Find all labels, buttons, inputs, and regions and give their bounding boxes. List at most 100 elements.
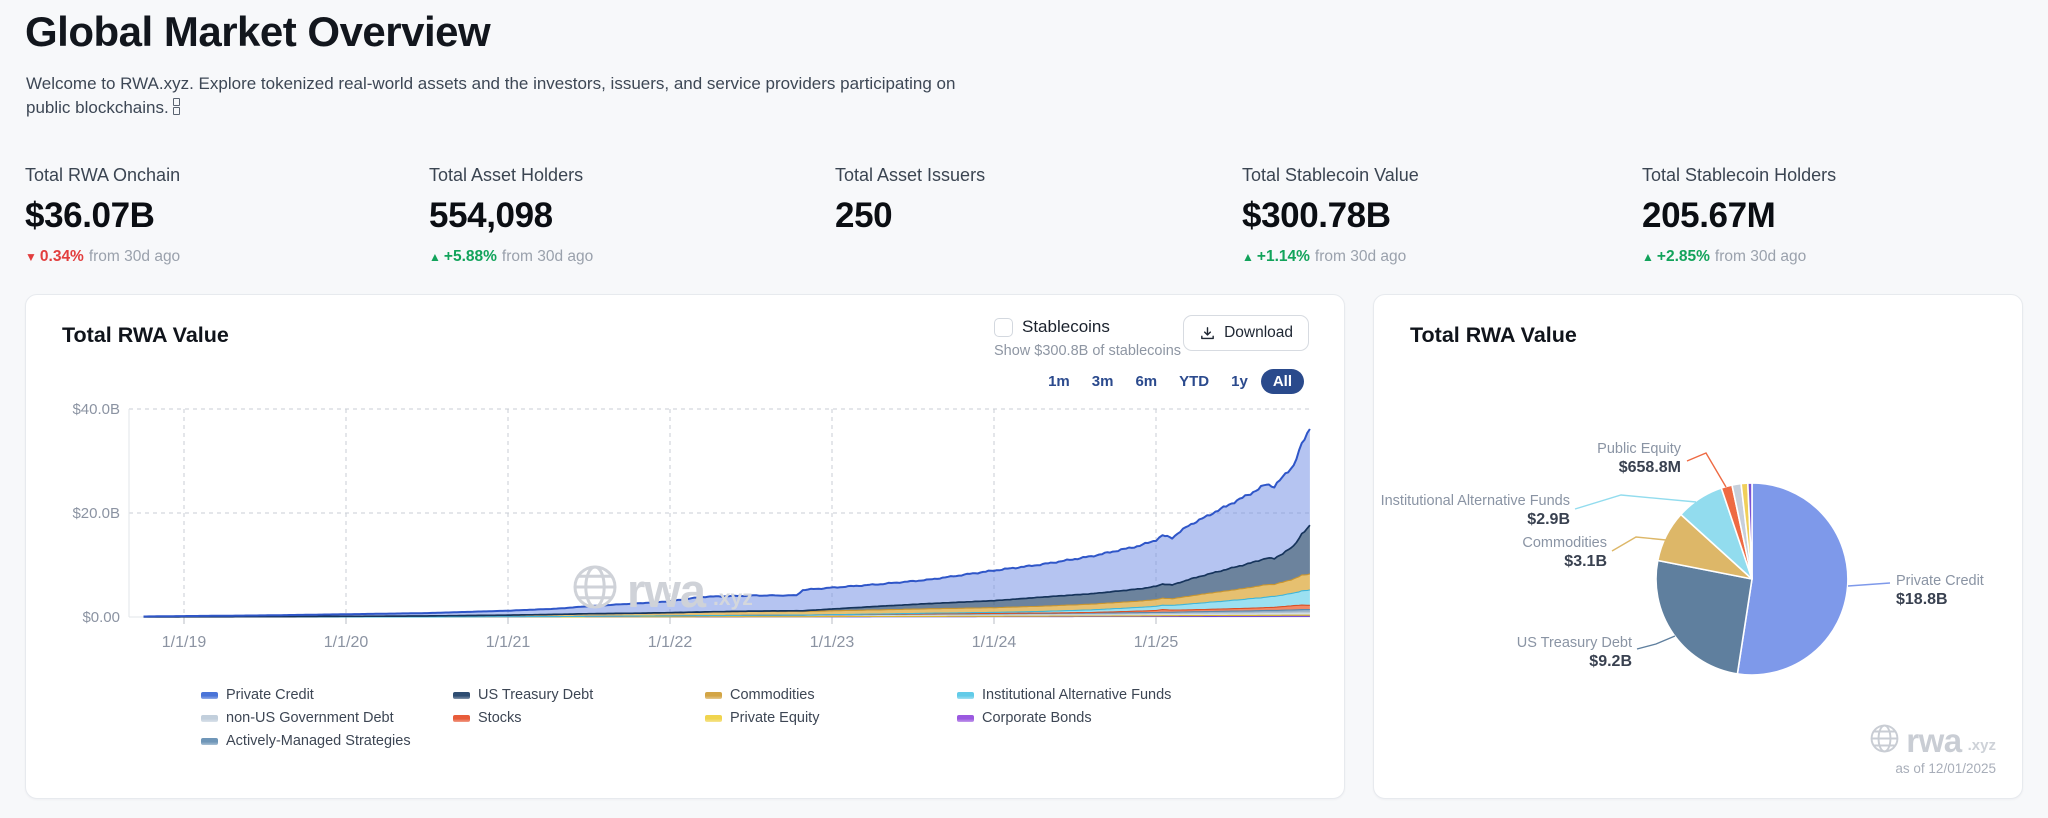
legend-item: non-US Government Debt	[201, 710, 453, 726]
download-label: Download	[1224, 324, 1293, 341]
pie-label-name: Private Credit	[1896, 573, 1984, 589]
stablecoins-subtext: Show $300.8B of stablecoins	[994, 343, 1182, 359]
area-chart: 1/1/19 1/1/20 1/1/21 1/1/22 1/1/23 1/1/24 1/1/…	[56, 395, 1318, 695]
stat-label: Total Asset Holders	[429, 165, 584, 185]
legend-swatch-icon	[957, 714, 974, 722]
legend-swatch-icon	[201, 714, 218, 722]
x-axis-tick: 1/1/21	[486, 634, 531, 651]
pie-label-name: Public Equity	[1597, 441, 1682, 457]
legend-label: Institutional Alternative Funds	[982, 687, 1172, 703]
legend-item: Private Equity	[705, 710, 957, 726]
stat-delta-suffix: from 30d ago	[501, 248, 594, 265]
rwa-watermark: rwa .xyz as of 12/01/2025	[1869, 723, 1996, 776]
stat-total-asset-issuers: Total Asset Issuers 250	[835, 165, 1235, 236]
legend-label: Corporate Bonds	[982, 710, 1092, 726]
stat-value: $36.07B	[25, 196, 155, 235]
legend-item: Corporate Bonds	[957, 710, 1209, 726]
legend-item: Stocks	[453, 710, 705, 726]
x-axis-tick: 1/1/22	[648, 634, 693, 651]
range-buttons: 1m 3m 6m YTD 1y All	[1039, 369, 1304, 394]
area-chart-svg: 1/1/19 1/1/20 1/1/21 1/1/22 1/1/23 1/1/24 1/1/…	[72, 401, 1311, 651]
stat-delta-suffix: from 30d ago	[1314, 248, 1407, 265]
legend-swatch-icon	[201, 737, 218, 745]
stat-total-stablecoin-value: Total Stablecoin Value $300.78B ▲ +1.14% f…	[1242, 165, 1642, 266]
pie-label-value: $658.8M	[1619, 459, 1681, 476]
legend-swatch-icon	[705, 714, 722, 722]
legend-item: Actively-Managed Strategies	[201, 733, 453, 749]
pie-card-title: Total RWA Value	[1410, 323, 1577, 347]
legend-swatch-icon	[453, 714, 470, 722]
as-of-date: as of 12/01/2025	[1895, 761, 1996, 776]
pie-label-name: US Treasury Debt	[1517, 635, 1632, 651]
stablecoins-label: Stablecoins	[1022, 317, 1110, 336]
legend-item: Private Credit	[201, 687, 453, 703]
legend-label: Commodities	[730, 687, 815, 703]
stat-delta-suffix: from 30d ago	[88, 248, 181, 265]
legend-swatch-icon	[201, 691, 218, 699]
stat-delta: ▲ +5.88%	[429, 248, 497, 265]
pie-label-value: $18.8B	[1896, 591, 1948, 608]
stat-total-asset-holders: Total Asset Holders 554,098 ▲ +5.88% from …	[429, 165, 829, 266]
legend-item: Commodities	[705, 687, 957, 703]
up-arrow-icon: ▲	[1642, 250, 1654, 264]
legend-label: US Treasury Debt	[478, 687, 594, 703]
globe-icon	[1870, 724, 1899, 753]
chain-link-icon	[172, 98, 180, 116]
subtitle-line-2: public blockchains.	[26, 98, 169, 117]
up-arrow-icon: ▲	[429, 250, 441, 264]
total-rwa-value-chart-card: Total RWA Value Stablecoins Show $300.8B…	[25, 294, 1345, 799]
y-axis-tick: $20.0B	[72, 505, 120, 522]
range-button-ytd[interactable]: YTD	[1170, 369, 1218, 394]
x-axis-tick: 1/1/19	[162, 634, 207, 651]
subtitle-line-1: Welcome to RWA.xyz. Explore tokenized re…	[26, 74, 956, 93]
legend-swatch-icon	[453, 691, 470, 699]
total-rwa-value-pie-card: Private Credit $18.8B US Treasury Debt $9.2…	[1373, 294, 2023, 799]
stablecoins-control: Stablecoins Show $300.8B of stablecoins	[994, 317, 1181, 359]
legend-item: Institutional Alternative Funds	[957, 687, 1209, 703]
global-market-overview-page: Global Market Overview Welcome to RWA.xy…	[0, 0, 2048, 818]
range-button-1y[interactable]: 1y	[1222, 369, 1257, 394]
stat-value: 554,098	[429, 196, 553, 235]
pie-label-name: Commodities	[1522, 535, 1607, 551]
watermark-text: rwa	[1906, 721, 1962, 759]
page-subtitle: Welcome to RWA.xyz. Explore tokenized re…	[26, 72, 955, 120]
x-axis-tick: 1/1/20	[324, 634, 369, 651]
download-icon	[1201, 326, 1214, 339]
stat-value: 250	[835, 196, 893, 235]
stat-value: 205.67M	[1642, 196, 1776, 235]
y-axis-tick: $0.00	[82, 609, 120, 626]
legend-label: non-US Government Debt	[226, 710, 394, 726]
pie-label-value: $3.1B	[1564, 553, 1607, 570]
x-axis-tick: 1/1/24	[972, 634, 1017, 651]
x-axis-tick: 1/1/25	[1134, 634, 1179, 651]
stablecoins-checkbox[interactable]	[994, 317, 1013, 337]
range-button-1m[interactable]: 1m	[1039, 369, 1079, 394]
stat-label: Total Stablecoin Holders	[1642, 165, 1837, 185]
stats-row: Total RWA Onchain $36.07B ▼ 0.34% from 30d…	[25, 165, 2025, 275]
up-arrow-icon: ▲	[1242, 250, 1254, 264]
watermark-suffix: .xyz	[1967, 737, 1996, 754]
chart-legend: Private Credit non-US Government Debt Acti…	[201, 687, 1209, 749]
legend-label: Actively-Managed Strategies	[226, 733, 411, 749]
stat-total-rwa-onchain: Total RWA Onchain $36.07B ▼ 0.34% from 30d…	[25, 165, 425, 266]
page-title: Global Market Overview	[25, 8, 491, 55]
pie-label-name: Institutional Alternative Funds	[1381, 493, 1570, 509]
range-button-all[interactable]: All	[1260, 369, 1304, 394]
pie-label-value: $2.9B	[1527, 511, 1570, 528]
legend-swatch-icon	[957, 691, 974, 699]
range-button-3m[interactable]: 3m	[1083, 369, 1123, 394]
chart-card-title: Total RWA Value	[62, 323, 229, 347]
stat-delta: ▲ +2.85%	[1642, 248, 1710, 265]
pie-label-value: $9.2B	[1589, 653, 1632, 670]
stat-delta: ▼ 0.34%	[25, 248, 84, 265]
legend-label: Private Equity	[730, 710, 820, 726]
stat-delta: ▲ +1.14%	[1242, 248, 1310, 265]
range-button-6m[interactable]: 6m	[1126, 369, 1166, 394]
stat-delta-suffix: from 30d ago	[1714, 248, 1807, 265]
legend-label: Stocks	[478, 710, 522, 726]
stat-label: Total Asset Issuers	[835, 165, 986, 185]
y-axis-tick: $40.0B	[72, 401, 120, 418]
download-button[interactable]: Download	[1183, 315, 1309, 351]
stat-label: Total RWA Onchain	[25, 165, 181, 185]
legend-item: US Treasury Debt	[453, 687, 705, 703]
